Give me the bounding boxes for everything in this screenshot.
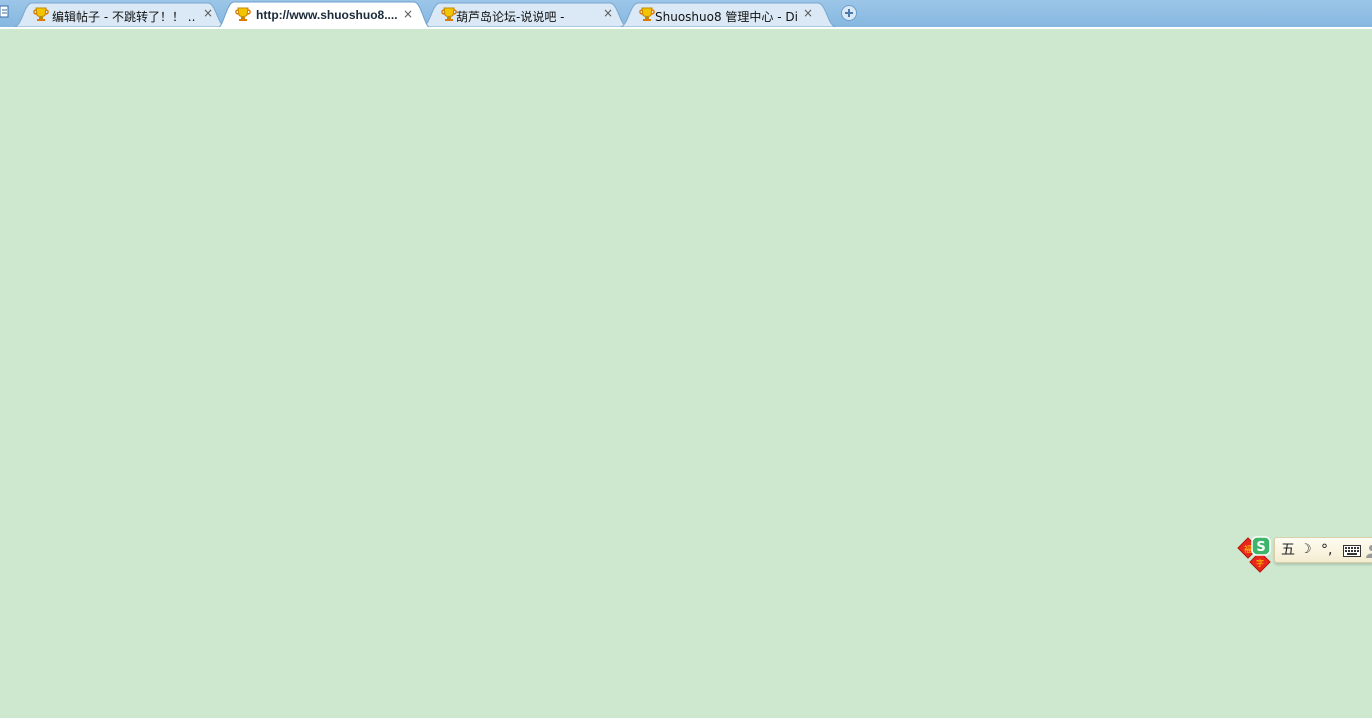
- tab-shuoshuo8-url[interactable]: http://www.shuoshuo8.... ×: [216, 1, 432, 29]
- tab-title: Shuoshuo8 管理中心 - Dis...: [655, 10, 797, 24]
- punctuation-icon[interactable]: °,: [1321, 542, 1332, 558]
- tab-title: 葫芦岛论坛-说说吧 -: [456, 10, 565, 24]
- keyboard-icon[interactable]: [1343, 545, 1361, 557]
- ime-logo-letter: S: [1256, 540, 1265, 555]
- sogou-logo-icon[interactable]: 福 字 S: [1236, 532, 1280, 576]
- trophy-favicon-icon: [33, 7, 49, 21]
- tab-title: 编辑帖子 - 不跳转了！！ ...: [52, 10, 195, 24]
- browser-menu-icon[interactable]: [0, 4, 10, 20]
- close-tab-icon[interactable]: ×: [402, 8, 414, 20]
- user-icon[interactable]: [1366, 544, 1372, 558]
- tab-edit-post[interactable]: 编辑帖子 - 不跳转了！！ ... ×: [14, 2, 226, 27]
- tab-huludao-forum[interactable]: 葫芦岛论坛-说说吧 - ×: [422, 2, 628, 27]
- new-tab-icon[interactable]: [840, 4, 858, 22]
- ime-toolbar[interactable]: 五 ☽ °, 福 字 S: [1236, 532, 1372, 576]
- ime-mode-label[interactable]: 五: [1281, 542, 1295, 558]
- tab-title: http://www.shuoshuo8....: [256, 8, 398, 22]
- svg-text:字: 字: [1256, 558, 1264, 568]
- trophy-favicon-icon: [639, 7, 655, 21]
- close-tab-icon[interactable]: ×: [802, 7, 814, 19]
- trophy-favicon-icon: [235, 7, 251, 21]
- ime-toolbar-bar[interactable]: 五 ☽ °,: [1274, 537, 1372, 563]
- close-tab-icon[interactable]: ×: [602, 7, 614, 19]
- close-tab-icon[interactable]: ×: [202, 7, 214, 19]
- svg-text:福: 福: [1244, 545, 1252, 554]
- page-content-area[interactable]: [0, 29, 1372, 718]
- tab-admin-center[interactable]: Shuoshuo8 管理中心 - Dis... ×: [620, 2, 836, 27]
- tab-strip: 编辑帖子 - 不跳转了！！ ... × 葫芦岛论坛-说说吧 - × Shuosh: [0, 0, 1372, 29]
- moon-icon[interactable]: ☽: [1300, 542, 1312, 558]
